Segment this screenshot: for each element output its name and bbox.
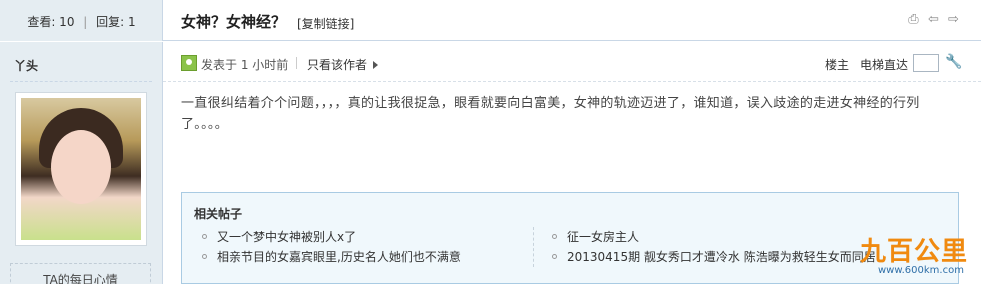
views-count: 查看: 10 <box>27 15 75 29</box>
floor-label: 楼主 <box>825 58 850 72</box>
author-sidebar: 丫头 TA的每日心情 <box>0 42 163 284</box>
only-author-link[interactable]: 只看该作者 <box>307 56 379 73</box>
print-icon[interactable]: ⎙ <box>906 12 921 27</box>
avatar-frame[interactable] <box>15 92 147 246</box>
related-post-title[interactable]: 20130415期 靓女秀口才遭冷水 陈浩曝为救轻生女而同居 <box>567 250 876 264</box>
thread-stats-panel: 查看: 10 | 回复: 1 <box>0 0 163 41</box>
author-name[interactable]: 丫头 <box>14 57 38 74</box>
bullet-icon <box>552 254 557 259</box>
thread-title: 女神？女神经？ <box>181 13 287 31</box>
wrench-icon[interactable]: 🔧 <box>945 54 962 70</box>
watermark-logo: 九百公里 <box>860 237 969 267</box>
watermark-url: www.600km.com <box>878 265 964 276</box>
thread-tools: ⎙ ⇦ ⇨ <box>906 12 961 27</box>
related-posts-title: 相关帖子 <box>194 207 243 221</box>
replies-count: 回复: 1 <box>96 15 136 29</box>
post-meta-bar: 发表于 1 小时前 只看该作者 楼主 电梯直达 🔧 <box>163 42 981 82</box>
elevator-input[interactable] <box>913 54 939 72</box>
related-post-link[interactable]: 又一个梦中女神被别人x了 <box>202 227 532 247</box>
daily-mood-box: TA的每日心情 <box>10 263 151 284</box>
post-time: 发表于 1 小时前 <box>201 58 289 72</box>
site-watermark: 九百公里 www.600km.com <box>842 231 977 283</box>
arrow-right-icon <box>373 61 379 69</box>
bullet-icon <box>202 234 207 239</box>
stats-separator: | <box>83 15 88 29</box>
post-body: 一直很纠结着介个问题，，，，真的让我很捉急，眼看就要向白富美，女神的轨迹迈进了，… <box>181 96 920 132</box>
sidebar-divider <box>10 81 152 82</box>
related-post-title[interactable]: 又一个梦中女神被别人x了 <box>217 230 356 244</box>
bullet-icon <box>202 254 207 259</box>
related-post-link[interactable]: 相亲节目的女嘉宾眼里,历史名人她们也不满意 <box>202 247 532 267</box>
related-column-left: 又一个梦中女神被别人x了 相亲节目的女嘉宾眼里,历史名人她们也不满意 <box>202 227 532 267</box>
avatar[interactable] <box>21 98 141 240</box>
next-thread-icon[interactable]: ⇨ <box>946 12 961 27</box>
related-post-title[interactable]: 征一女房主人 <box>567 230 639 244</box>
related-post-link[interactable]: 征一女房主人 <box>552 227 863 247</box>
elevator-label: 电梯直达 <box>860 58 909 72</box>
related-post-title[interactable]: 相亲节目的女嘉宾眼里,历史名人她们也不满意 <box>217 250 461 264</box>
thread-stats: 查看: 10 | 回复: 1 <box>0 13 163 30</box>
avatar-face <box>51 130 111 204</box>
related-post-link[interactable]: 20130415期 靓女秀口才遭冷水 陈浩曝为救轻生女而同居 <box>552 247 876 267</box>
thread-header: 查看: 10 | 回复: 1 女神？女神经？ [复制链接] ⎙ ⇦ ⇨ <box>0 0 981 41</box>
online-status-icon <box>181 55 197 71</box>
only-author-label: 只看该作者 <box>307 58 368 72</box>
bullet-icon <box>552 234 557 239</box>
meta-separator <box>296 57 297 69</box>
related-column-right: 征一女房主人 20130415期 靓女秀口才遭冷水 陈浩曝为救轻生女而同居 <box>533 227 876 267</box>
prev-thread-icon[interactable]: ⇦ <box>926 12 941 27</box>
copy-link-button[interactable]: [复制链接] <box>297 15 354 32</box>
